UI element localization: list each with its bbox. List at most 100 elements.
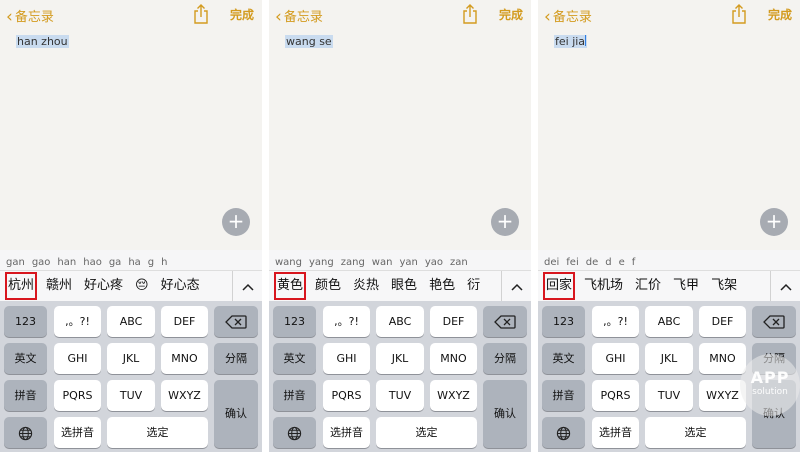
key-select-pinyin[interactable]: 选拼音 — [592, 417, 639, 448]
key-english[interactable]: 英文 — [4, 343, 47, 374]
key-select-pinyin[interactable]: 选拼音 — [323, 417, 370, 448]
globe-icon[interactable] — [542, 417, 585, 448]
back-button[interactable]: ‹ 备忘录 — [275, 6, 323, 26]
pinyin-option[interactable]: hao — [83, 253, 102, 270]
pinyin-option[interactable]: wan — [372, 253, 393, 270]
key-select[interactable]: 选定 — [376, 417, 477, 448]
key-wxyz[interactable]: WXYZ — [699, 380, 746, 411]
candidate-word[interactable]: 赣州 — [44, 273, 74, 299]
note-text[interactable]: wang se — [285, 35, 333, 48]
pinyin-option[interactable]: h — [161, 253, 167, 270]
plus-icon[interactable]: + — [760, 208, 788, 236]
pinyin-option[interactable]: han — [57, 253, 76, 270]
candidate-word[interactable]: 汇价 — [633, 273, 663, 299]
key-select[interactable]: 选定 — [645, 417, 746, 448]
key-tuv[interactable]: TUV — [645, 380, 693, 411]
key-tuv[interactable]: TUV — [107, 380, 155, 411]
key-ghi[interactable]: GHI — [54, 343, 101, 374]
key-pqrs[interactable]: PQRS — [54, 380, 101, 411]
plus-icon[interactable]: + — [222, 208, 250, 236]
key-ghi[interactable]: GHI — [323, 343, 370, 374]
pinyin-option[interactable]: ga — [109, 253, 121, 270]
key-pinyin[interactable]: 拼音 — [273, 380, 316, 411]
key-separator[interactable]: 分隔 — [214, 343, 258, 374]
key-def[interactable]: DEF — [699, 306, 746, 337]
candidate-word[interactable]: 飞甲 — [671, 273, 701, 299]
pinyin-option[interactable]: yao — [425, 253, 443, 270]
key-def[interactable]: DEF — [430, 306, 477, 337]
key-jkl[interactable]: JKL — [107, 343, 155, 374]
key-punctuation[interactable]: ,。?! — [592, 306, 639, 337]
key-mno[interactable]: MNO — [430, 343, 477, 374]
key-abc[interactable]: ABC — [376, 306, 424, 337]
key-english[interactable]: 英文 — [542, 343, 585, 374]
note-text[interactable]: fei jia — [554, 35, 588, 48]
pinyin-option[interactable]: zang — [341, 253, 365, 270]
key-jkl[interactable]: JKL — [376, 343, 424, 374]
key-punctuation[interactable]: ,。?! — [54, 306, 101, 337]
done-button[interactable]: 完成 — [768, 6, 792, 23]
back-button[interactable]: ‹ 备忘录 — [544, 6, 592, 26]
key-wxyz[interactable]: WXYZ — [161, 380, 208, 411]
key-separator[interactable]: 分隔 — [483, 343, 527, 374]
key-tuv[interactable]: TUV — [376, 380, 424, 411]
key-123[interactable]: 123 — [542, 306, 585, 337]
pinyin-option[interactable]: fei — [566, 253, 578, 270]
backspace-icon[interactable] — [214, 306, 258, 337]
globe-icon[interactable] — [273, 417, 316, 448]
pinyin-option[interactable]: yang — [309, 253, 334, 270]
key-jkl[interactable]: JKL — [645, 343, 693, 374]
key-confirm[interactable]: 确认 — [214, 380, 258, 448]
key-ghi[interactable]: GHI — [592, 343, 639, 374]
candidate-word[interactable]: 衍 — [465, 273, 482, 299]
candidate-word[interactable]: 颜色 — [313, 273, 343, 299]
candidate-word[interactable]: 艳色 — [427, 273, 457, 299]
key-pqrs[interactable]: PQRS — [323, 380, 370, 411]
share-icon[interactable] — [461, 4, 479, 24]
candidate-word[interactable]: 飞架 — [709, 273, 739, 299]
candidate-word[interactable]: 眼色 — [389, 273, 419, 299]
pinyin-option[interactable]: gao — [32, 253, 51, 270]
note-text[interactable]: han zhou — [16, 35, 69, 48]
pinyin-option[interactable]: e — [619, 253, 625, 270]
key-mno[interactable]: MNO — [161, 343, 208, 374]
plus-icon[interactable]: + — [491, 208, 519, 236]
pinyin-option[interactable]: g — [148, 253, 154, 270]
key-pinyin[interactable]: 拼音 — [4, 380, 47, 411]
pinyin-option[interactable]: ha — [128, 253, 140, 270]
pinyin-option[interactable]: yan — [399, 253, 417, 270]
candidate-word[interactable]: 好心态 — [159, 273, 202, 299]
key-123[interactable]: 123 — [273, 306, 316, 337]
share-icon[interactable] — [730, 4, 748, 24]
key-select[interactable]: 选定 — [107, 417, 208, 448]
chevron-up-icon[interactable] — [770, 271, 800, 301]
done-button[interactable]: 完成 — [499, 6, 523, 23]
highlighted-candidate[interactable]: 回家 — [542, 272, 576, 300]
key-english[interactable]: 英文 — [273, 343, 316, 374]
back-button[interactable]: ‹ 备忘录 — [6, 6, 54, 26]
highlighted-candidate[interactable]: 杭州 — [4, 272, 38, 300]
key-pqrs[interactable]: PQRS — [592, 380, 639, 411]
pinyin-option[interactable]: dei — [544, 253, 559, 270]
chevron-up-icon[interactable] — [501, 271, 531, 301]
backspace-icon[interactable] — [483, 306, 527, 337]
key-punctuation[interactable]: ,。?! — [323, 306, 370, 337]
candidate-word[interactable]: 飞机场 — [582, 273, 625, 299]
pinyin-option[interactable]: d — [605, 253, 611, 270]
pinyin-option[interactable]: gan — [6, 253, 25, 270]
key-123[interactable]: 123 — [4, 306, 47, 337]
key-wxyz[interactable]: WXYZ — [430, 380, 477, 411]
key-mno[interactable]: MNO — [699, 343, 746, 374]
pinyin-option[interactable]: de — [586, 253, 599, 270]
chevron-up-icon[interactable] — [232, 271, 262, 301]
key-confirm[interactable]: 确认 — [752, 380, 796, 448]
key-pinyin[interactable]: 拼音 — [542, 380, 585, 411]
key-def[interactable]: DEF — [161, 306, 208, 337]
pinyin-option[interactable]: f — [632, 253, 636, 270]
key-select-pinyin[interactable]: 选拼音 — [54, 417, 101, 448]
key-separator[interactable]: 分隔 — [752, 343, 796, 374]
globe-icon[interactable] — [4, 417, 47, 448]
pinyin-option[interactable]: wang — [275, 253, 302, 270]
done-button[interactable]: 完成 — [230, 6, 254, 23]
key-confirm[interactable]: 确认 — [483, 380, 527, 448]
